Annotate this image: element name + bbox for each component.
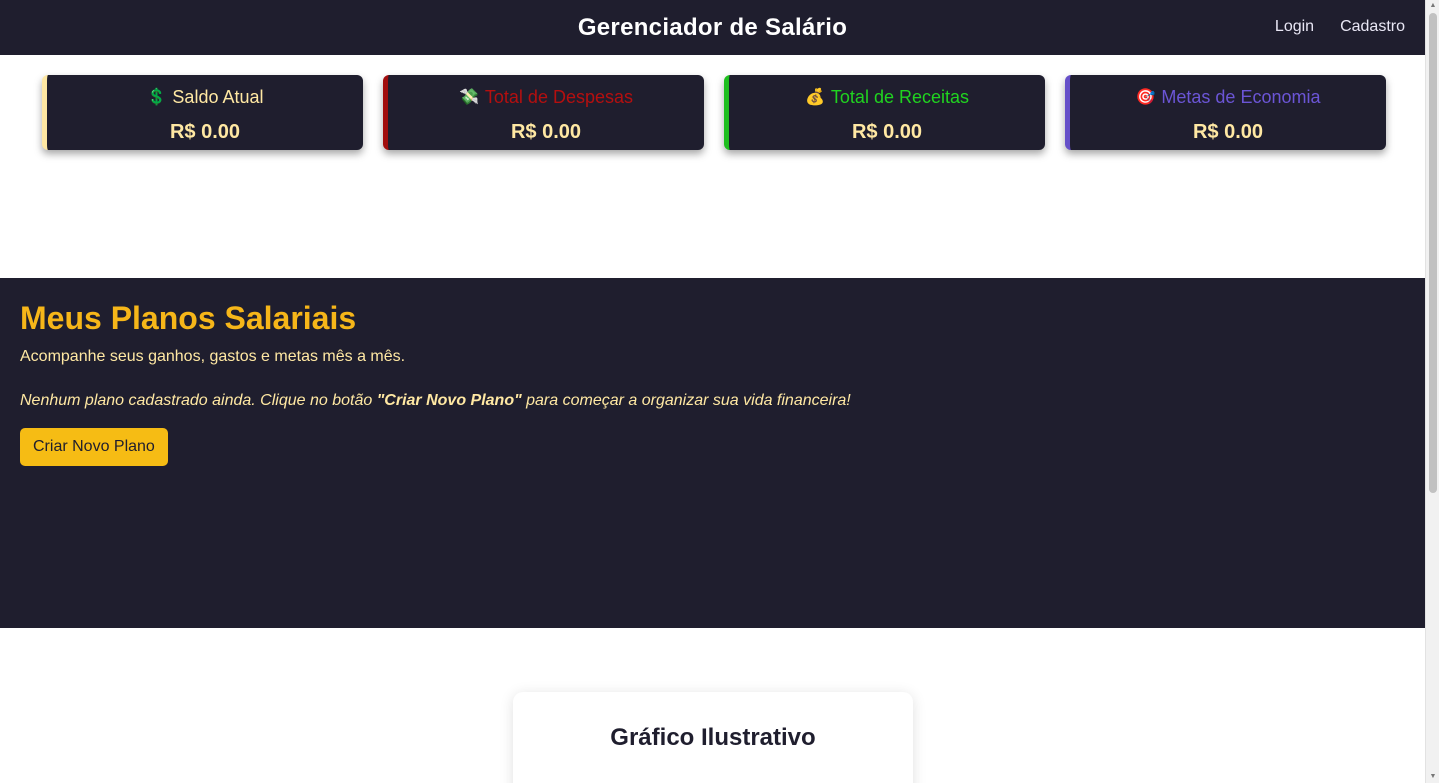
create-plan-button[interactable]: Criar Novo Plano [20, 428, 168, 466]
card-header: 💸 Total de Despesas [388, 87, 704, 108]
card-total-expenses: 💸 Total de Despesas R$ 0.00 [383, 75, 704, 150]
nav-links: Login Cadastro [1275, 18, 1405, 36]
target-icon: 🎯 [1135, 88, 1156, 106]
card-label: Total de Despesas [484, 87, 633, 107]
section-title: Meus Planos Salariais [20, 300, 357, 336]
vertical-scrollbar[interactable]: ▲ ▼ [1425, 0, 1439, 783]
card-value: R$ 0.00 [1192, 121, 1264, 143]
app-title: Gerenciador de Salário [577, 14, 848, 41]
summary-cards: 💲 Saldo Atual R$ 0.00 💸 Total de Despesa… [42, 75, 1386, 150]
card-value: R$ 0.00 [169, 121, 241, 143]
card-value: R$ 0.00 [851, 121, 923, 143]
card-header: 💲 Saldo Atual [47, 87, 363, 108]
chart-title: Gráfico Ilustrativo [610, 724, 816, 751]
empty-message-highlight: "Criar Novo Plano" [376, 392, 522, 409]
signup-link[interactable]: Cadastro [1340, 18, 1405, 36]
chart-card: Gráfico Ilustrativo [513, 692, 913, 783]
dollar-sign-icon: 💲 [146, 88, 167, 106]
page: Gerenciador de Salário Login Cadastro 💲 … [0, 0, 1425, 783]
empty-message-prefix: Nenhum plano cadastrado ainda. Clique no… [20, 392, 377, 409]
card-current-balance: 💲 Saldo Atual R$ 0.00 [42, 75, 363, 150]
card-header: 🎯 Metas de Economia [1070, 87, 1386, 108]
card-value: R$ 0.00 [510, 121, 582, 143]
card-label: Saldo Atual [172, 87, 264, 107]
scrollbar-thumb[interactable] [1429, 13, 1437, 493]
money-with-wings-icon: 💸 [458, 88, 479, 106]
card-savings-goals: 🎯 Metas de Economia R$ 0.00 [1065, 75, 1386, 150]
empty-message-suffix: para começar a organizar sua vida financ… [521, 392, 851, 409]
section-subtitle: Acompanhe seus ganhos, gastos e metas mê… [20, 348, 406, 365]
empty-state-message: Nenhum plano cadastrado ainda. Clique no… [20, 392, 851, 410]
card-total-income: 💰 Total de Receitas R$ 0.00 [724, 75, 1045, 150]
card-label: Metas de Economia [1161, 87, 1321, 107]
login-link[interactable]: Login [1275, 18, 1314, 36]
top-navbar: Gerenciador de Salário Login Cadastro [0, 0, 1425, 55]
money-bag-icon: 💰 [805, 88, 825, 106]
scroll-up-arrow-icon[interactable]: ▲ [1428, 1, 1438, 11]
card-label: Total de Receitas [830, 87, 969, 107]
scroll-down-arrow-icon[interactable]: ▼ [1428, 772, 1438, 782]
card-header: 💰 Total de Receitas [729, 87, 1045, 108]
salary-plans-section: Meus Planos Salariais Acompanhe seus gan… [0, 278, 1425, 628]
